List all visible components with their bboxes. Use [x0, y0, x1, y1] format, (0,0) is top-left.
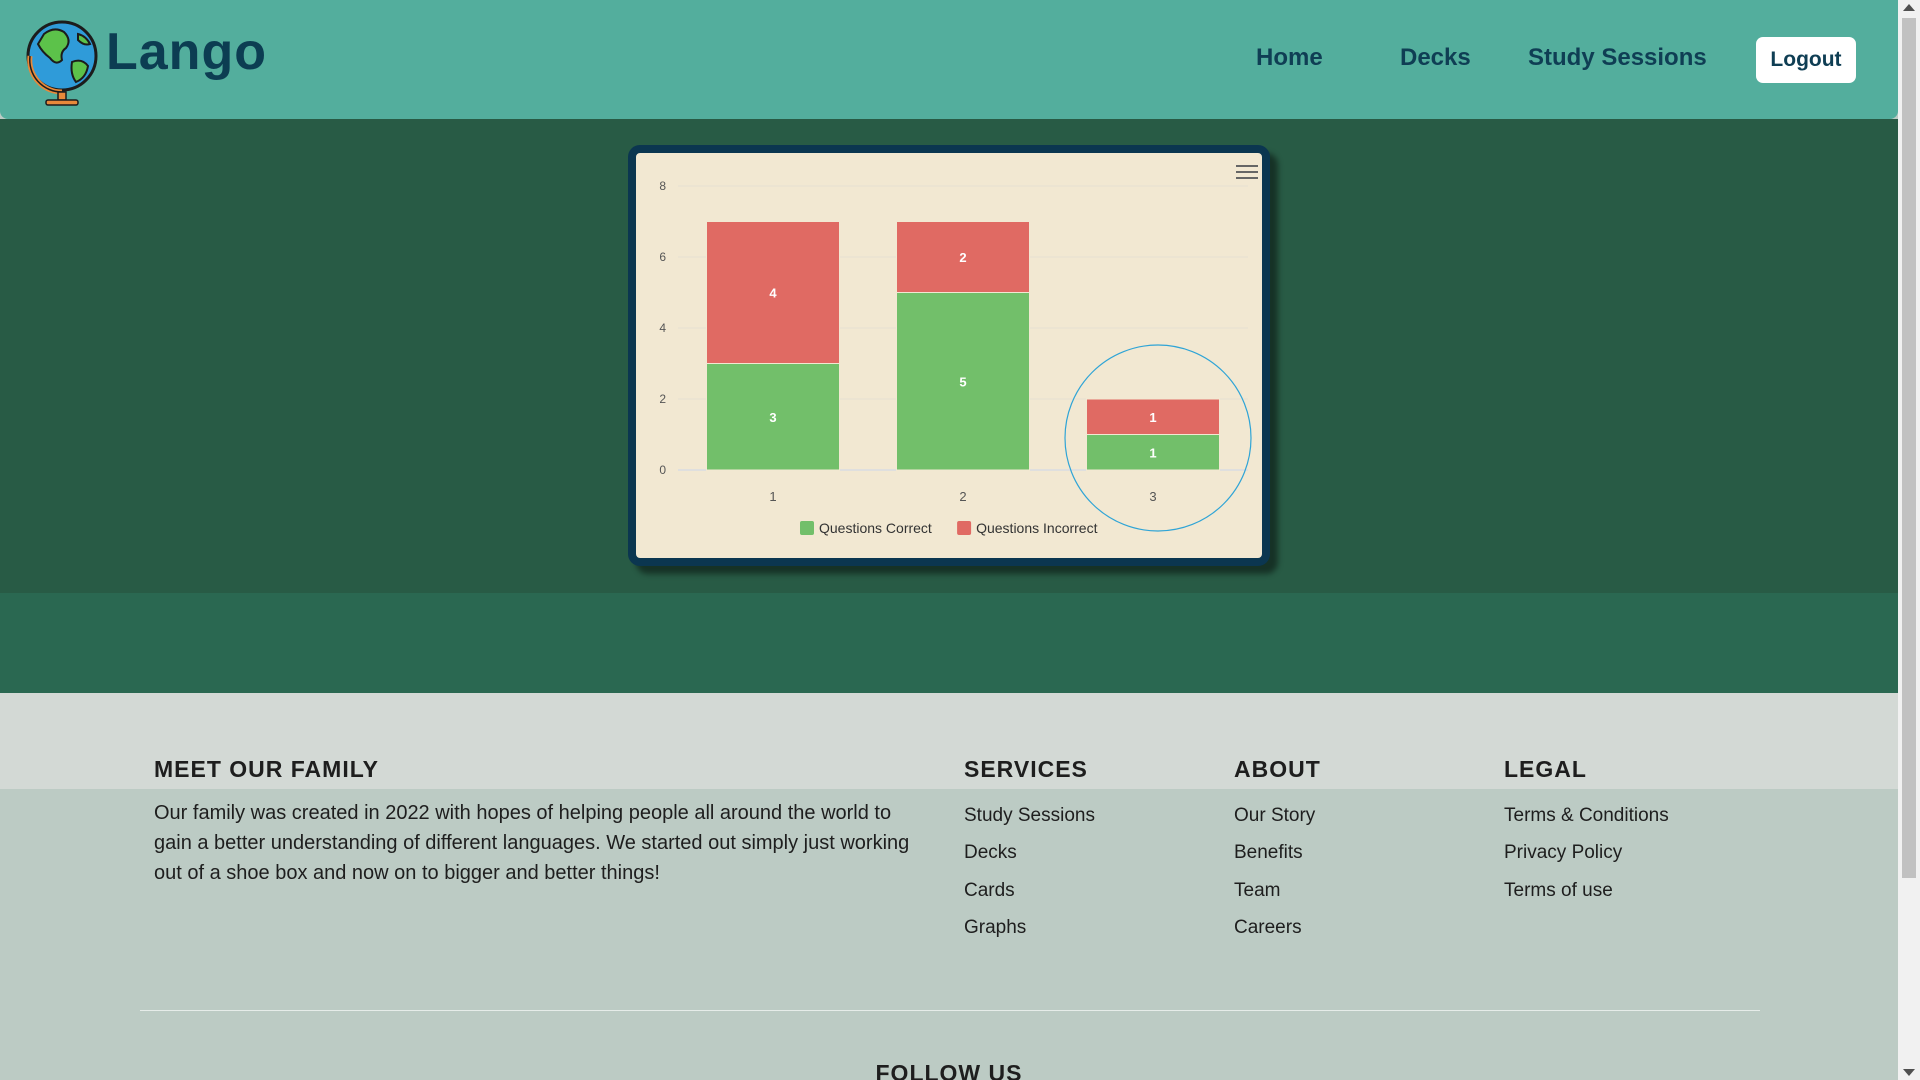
footer-link-our-story[interactable]: Our Story [1234, 805, 1315, 827]
footer-link-decks[interactable]: Decks [964, 842, 1017, 864]
x-tick-label: 3 [1149, 489, 1156, 504]
family-heading: MEET OUR FAMILY [154, 756, 379, 782]
legend-swatch [800, 521, 814, 535]
stacked-bar-chart: 0 2 4 6 8 3 4 1 5 2 2 1 1 3 Questions Correct Questions… [659, 179, 1252, 536]
data-label: 2 [959, 250, 966, 265]
nav-decks[interactable]: Decks [1400, 44, 1471, 72]
data-label: 4 [769, 286, 777, 301]
data-label: 1 [1149, 445, 1156, 460]
scroll-down-arrow-icon[interactable] [1903, 1069, 1915, 1076]
globe-icon [26, 20, 98, 106]
footer-link-careers[interactable]: Careers [1234, 917, 1302, 939]
data-label: 3 [769, 410, 776, 425]
legal-heading: LEGAL [1504, 756, 1587, 782]
y-tick-label: 0 [659, 463, 666, 477]
nav-home[interactable]: Home [1256, 44, 1323, 72]
legend-swatch [957, 521, 972, 535]
footer-link-privacy-policy[interactable]: Privacy Policy [1504, 842, 1622, 864]
scroll-up-arrow-icon[interactable] [1903, 4, 1915, 11]
footer-link-study-sessions[interactable]: Study Sessions [964, 805, 1095, 827]
footer-link-graphs[interactable]: Graphs [964, 917, 1026, 939]
y-tick-label: 8 [659, 179, 666, 193]
footer-link-terms-conditions[interactable]: Terms & Conditions [1504, 805, 1669, 827]
y-tick-label: 2 [659, 392, 666, 406]
nav-study-sessions[interactable]: Study Sessions [1528, 44, 1707, 72]
x-tick-label: 2 [959, 489, 966, 504]
follow-us-heading: FOLLOW US [875, 1060, 1023, 1080]
study-results-chart-card: 0 2 4 6 8 3 4 1 5 2 2 1 1 3 Questions Correct Questions… [628, 145, 1270, 566]
data-label: 1 [1149, 410, 1156, 425]
hamburger-menu-icon[interactable] [1236, 165, 1258, 183]
footer-link-team[interactable]: Team [1234, 880, 1280, 902]
brand-name[interactable]: Lango [106, 22, 267, 82]
data-label: 5 [959, 374, 966, 389]
legend-label: Questions Correct [819, 520, 932, 536]
page-scrollbar[interactable] [1898, 0, 1920, 1080]
scroll-thumb[interactable] [1902, 18, 1916, 878]
x-tick-label: 1 [769, 489, 776, 504]
footer-link-terms-of-use[interactable]: Terms of use [1504, 880, 1613, 902]
top-navbar: Lango Home Decks Study Sessions Logout [0, 0, 1898, 119]
y-tick-label: 4 [659, 321, 666, 335]
footer-link-benefits[interactable]: Benefits [1234, 842, 1303, 864]
about-heading: ABOUT [1234, 756, 1321, 782]
family-text: Our family was created in 2022 with hope… [154, 802, 910, 884]
services-heading: SERVICES [964, 756, 1088, 782]
footer-link-cards[interactable]: Cards [964, 880, 1015, 902]
logout-button[interactable]: Logout [1756, 37, 1856, 83]
legend-label: Questions Incorrect [976, 520, 1097, 536]
y-tick-label: 6 [659, 250, 666, 264]
footer-divider [140, 1010, 1760, 1011]
content-spacer [0, 593, 1898, 693]
